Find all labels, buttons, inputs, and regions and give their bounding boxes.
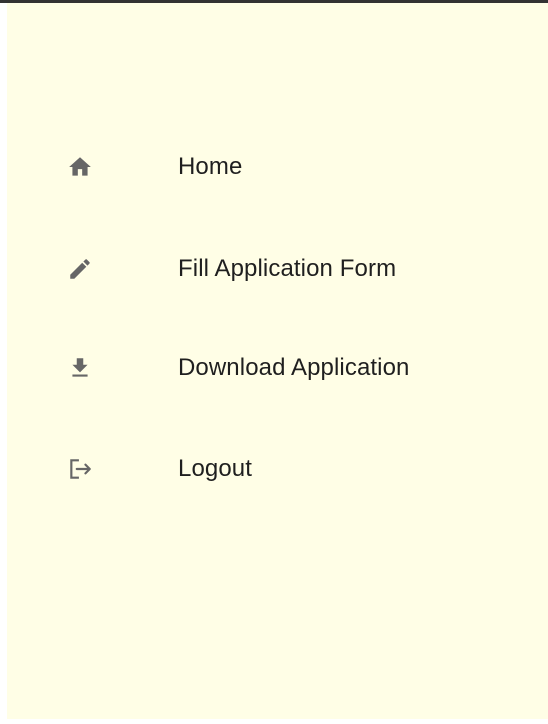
sidebar-item-label: Logout [178,455,253,482]
sidebar-item-logout[interactable]: Logout [7,439,548,499]
pencil-icon [67,256,93,282]
app-frame: Home Fill Application Form Download Appl… [0,0,548,724]
sidebar-item-fill-application-form[interactable]: Fill Application Form [7,239,548,299]
sidebar-item-label: Fill Application Form [178,255,397,282]
home-icon [67,154,93,180]
sidebar-item-download-application[interactable]: Download Application [7,338,548,398]
sidebar-item-home[interactable]: Home [7,137,548,197]
download-icon [67,355,93,381]
side-navigation-drawer: Home Fill Application Form Download Appl… [7,3,548,719]
logout-icon [67,456,93,482]
sidebar-item-label: Home [178,153,243,180]
sidebar-item-label: Download Application [178,354,410,381]
